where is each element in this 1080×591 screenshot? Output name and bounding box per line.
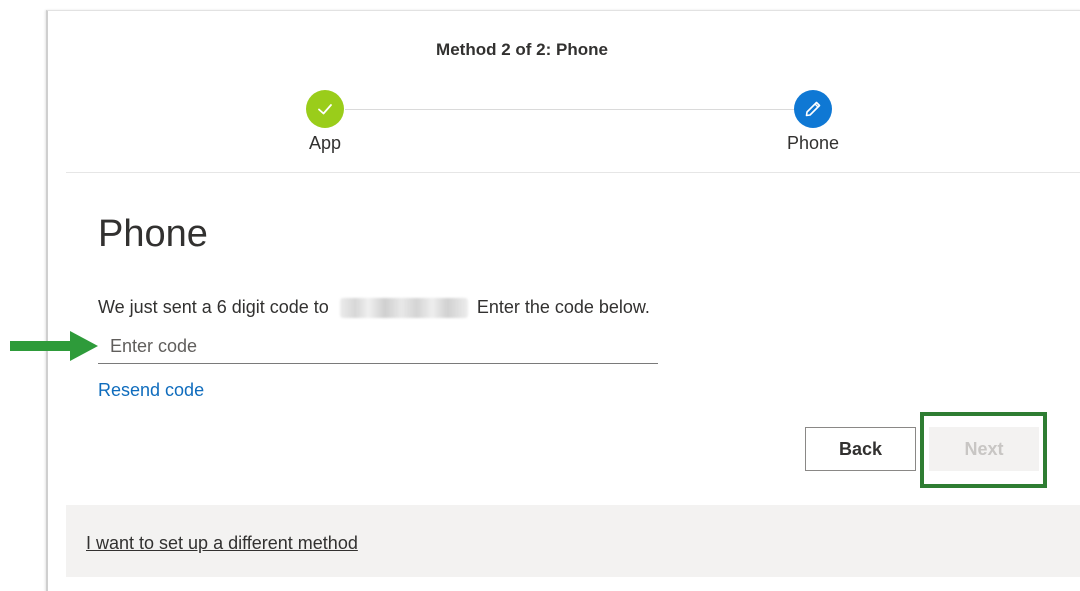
next-button-highlight xyxy=(920,412,1047,488)
back-button[interactable]: Back xyxy=(805,427,916,471)
instruction-text: We just sent a 6 digit code to Enter the… xyxy=(98,297,650,318)
step-app-completed xyxy=(306,90,344,128)
different-method-link[interactable]: I want to set up a different method xyxy=(86,533,358,554)
footer: I want to set up a different method xyxy=(66,505,1080,577)
right-arrow-icon xyxy=(10,331,98,361)
progress-line xyxy=(345,109,795,110)
checkmark-icon xyxy=(318,104,332,115)
step-label-app: App xyxy=(308,133,342,153)
step-label-phone: Phone xyxy=(786,133,840,153)
redacted-phone-number xyxy=(339,297,468,318)
instruction-prefix: We just sent a 6 digit code to xyxy=(98,297,329,317)
verification-code-input[interactable] xyxy=(98,330,658,364)
instruction-suffix: Enter the code below. xyxy=(476,297,650,317)
section-title: Phone xyxy=(98,213,208,255)
pencil-icon xyxy=(805,101,821,117)
header-divider xyxy=(66,172,1080,173)
step-title: Method 2 of 2: Phone xyxy=(436,40,608,59)
step-phone-current xyxy=(794,90,832,128)
resend-code-link[interactable]: Resend code xyxy=(98,380,204,401)
page: Method 2 of 2: Phone App Phone Phone We … xyxy=(0,0,1080,591)
